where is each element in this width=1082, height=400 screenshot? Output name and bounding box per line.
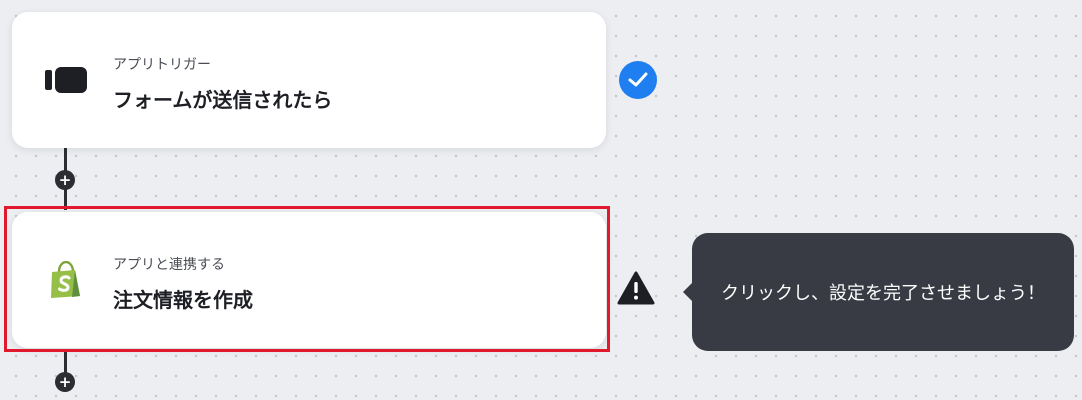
check-circle-icon <box>619 61 657 99</box>
warning-icon <box>617 271 655 305</box>
add-step-button[interactable]: + <box>55 170 75 190</box>
trigger-step-card[interactable]: アプリトリガー フォームが送信されたら <box>12 12 606 148</box>
action-step-card[interactable]: アプリと連携する 注文情報を作成 <box>12 212 606 348</box>
step-type-label: アプリトリガー <box>113 57 211 73</box>
step-title: フォームが送信されたら <box>113 88 333 112</box>
form-trigger-icon <box>45 59 87 101</box>
shopify-icon <box>45 259 87 301</box>
step-type-label: アプリと連携する <box>113 257 225 273</box>
setup-hint-tooltip: クリックし、設定を完了させましょう！ <box>683 233 1074 351</box>
add-step-button[interactable]: + <box>55 372 75 392</box>
tooltip-text: クリックし、設定を完了させましょう！ <box>721 283 1045 304</box>
step-title: 注文情報を作成 <box>113 288 253 312</box>
